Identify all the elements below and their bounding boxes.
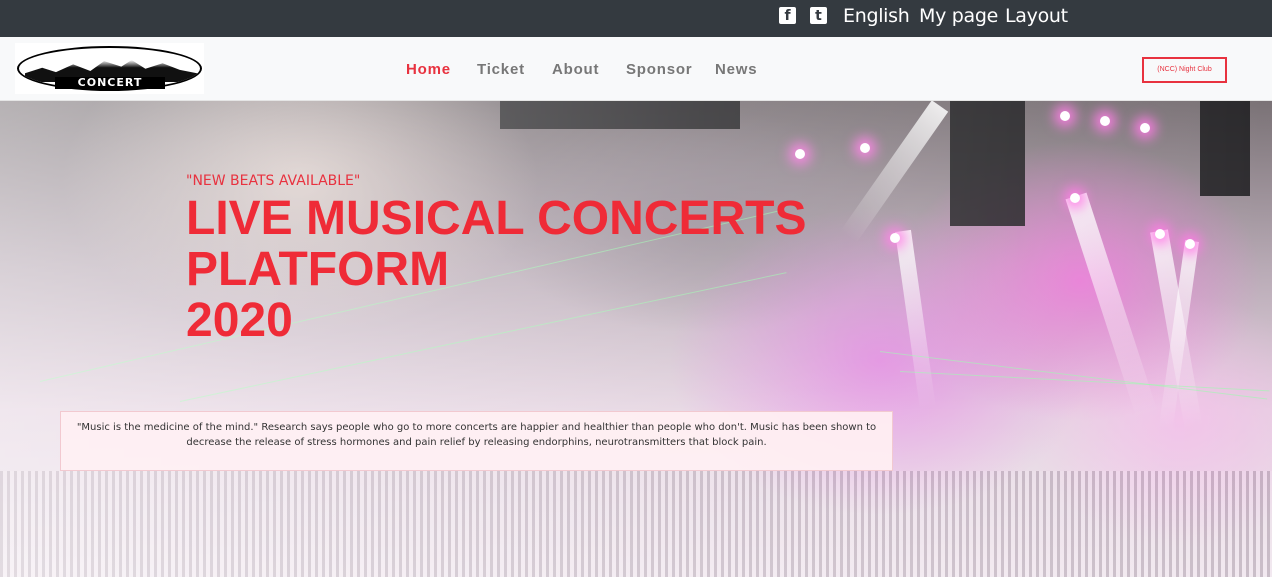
layout-link[interactable]: Layout xyxy=(1005,5,1068,27)
music-quote-box: "Music is the medicine of the mind." Res… xyxy=(60,411,893,471)
main-navbar: CONCERT Home Ticket About Sponsor News (… xyxy=(0,37,1272,101)
hero-section: "NEW BEATS AVAILABLE" LIVE MUSICAL CONCE… xyxy=(0,101,1272,577)
nav-news[interactable]: News xyxy=(715,61,757,78)
nav-ticket[interactable]: Ticket xyxy=(477,61,525,78)
hero-tagline: "NEW BEATS AVAILABLE" xyxy=(186,173,361,189)
logo-text: CONCERT xyxy=(55,77,165,89)
language-link[interactable]: English xyxy=(843,5,910,27)
facebook-icon[interactable]: f xyxy=(779,7,796,24)
top-bar: f t English My page Layout xyxy=(0,0,1272,37)
music-quote-text: "Music is the medicine of the mind." Res… xyxy=(76,422,877,448)
nav-about[interactable]: About xyxy=(552,61,599,78)
twitter-icon[interactable]: t xyxy=(810,7,827,24)
my-page-link[interactable]: My page xyxy=(919,5,998,27)
nav-sponsor[interactable]: Sponsor xyxy=(626,61,692,78)
nav-home[interactable]: Home xyxy=(406,61,451,78)
hero-headline: LIVE MUSICAL CONCERTS PLATFORM 2020 xyxy=(186,193,886,346)
night-club-button[interactable]: (NCC) Night Club xyxy=(1142,57,1227,83)
headline-line: 2020 xyxy=(186,294,293,347)
headline-line: PLATFORM xyxy=(186,243,450,296)
concert-logo[interactable]: CONCERT xyxy=(15,43,204,94)
headline-line: LIVE MUSICAL CONCERTS xyxy=(186,192,807,245)
